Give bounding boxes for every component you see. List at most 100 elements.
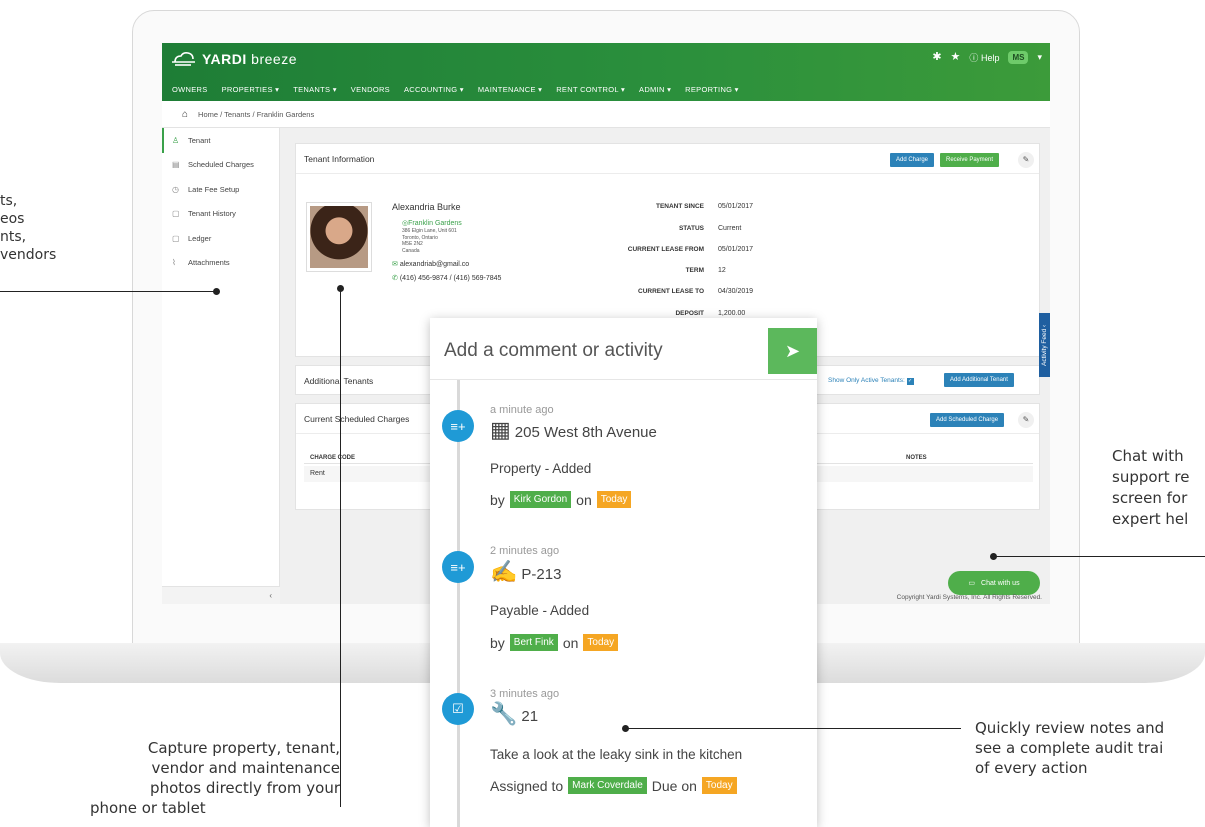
nav-tenants[interactable]: TENANTS ▾ (293, 85, 337, 94)
check-signature-icon: ✍ (490, 559, 518, 584)
ledger-icon: ▢ (172, 233, 180, 243)
sidebar-collapse-button[interactable]: ‹ (162, 586, 280, 604)
col-notes: NOTES (906, 455, 927, 461)
add-note-icon: ≡+ (442, 551, 474, 583)
tenant-email[interactable]: ✉ alexandriab@gmail.co (392, 260, 469, 268)
user-avatar[interactable]: MS (1008, 51, 1029, 64)
sidebar-item-scheduled-charges[interactable]: ▤ Scheduled Charges (162, 153, 279, 178)
value-lease-from: 05/01/2017 (718, 246, 754, 253)
help-link[interactable]: ⓘ Help (969, 51, 999, 64)
phone-icon: ✆ (392, 275, 398, 282)
clock-icon: ◷ (172, 184, 179, 194)
mail-icon: ✉ (392, 261, 398, 268)
chat-with-us-button[interactable]: ▭ Chat with us (948, 571, 1040, 595)
user-icon: ♙ (172, 135, 180, 145)
activity-desc: Property - Added (490, 461, 592, 476)
tenant-name: Alexandria Burke (392, 202, 461, 212)
activity-desc: Payable - Added (490, 603, 590, 618)
value-tenant-since: 05/01/2017 (718, 203, 754, 210)
callout-photo-line (340, 288, 341, 807)
comment-placeholder: Add a comment or activity (444, 340, 663, 361)
main-nav: OWNERS PROPERTIES ▾ TENANTS ▾ VENDORS AC… (172, 85, 739, 94)
callout-photo-dot (337, 285, 344, 292)
callout-bottom-left: Capture property, tenant, vendor and mai… (90, 739, 340, 817)
copyright: Copyright Yardi Systems, Inc. All Rights… (896, 594, 1042, 601)
callout-right-dot (990, 553, 997, 560)
sidebar-item-attachments[interactable]: ⌇ Attachments (162, 251, 279, 276)
value-term: 12 (718, 267, 726, 274)
star-icon[interactable]: ★ (951, 52, 961, 63)
callout-left-dot (213, 288, 220, 295)
nav-reporting[interactable]: REPORTING ▾ (685, 85, 739, 94)
sidebar-item-tenant[interactable]: ♙ Tenant (162, 128, 279, 153)
breadcrumb-path[interactable]: Home / Tenants / Franklin Gardens (198, 110, 314, 119)
send-button[interactable]: ➤ (768, 328, 817, 374)
task-check-icon: ☑ (442, 693, 474, 725)
sidebar-item-tenant-history[interactable]: ▢ Tenant History (162, 202, 279, 227)
activity-desc: Take a look at the leaky sink in the kit… (490, 747, 743, 762)
edit-pencil-icon[interactable]: ✎ (1018, 412, 1034, 428)
sidebar-item-late-fee-setup[interactable]: ◷ Late Fee Setup (162, 177, 279, 202)
value-status: Current (718, 225, 742, 232)
nav-properties[interactable]: PROPERTIES ▾ (222, 85, 280, 94)
col-charge-code: CHARGE CODE (310, 455, 356, 461)
callout-bottom-right: Quickly review notes and see a complete … (975, 719, 1165, 777)
sidebar-item-label: Tenant (188, 135, 211, 145)
help-label: Help (980, 53, 1000, 63)
logo-suffix: breeze (251, 51, 297, 67)
chevron-down-icon[interactable]: ▾ (1037, 52, 1042, 63)
sidebar-item-ledger[interactable]: ▢ Ledger (162, 226, 279, 251)
sidebar-item-label: Attachments (188, 258, 230, 268)
yardi-logo[interactable]: YARDI breeze (172, 51, 297, 67)
sidebar-item-label: Ledger (188, 233, 212, 243)
person-tag[interactable]: Mark Coverdale (568, 777, 647, 794)
nav-admin[interactable]: ADMIN ▾ (639, 85, 671, 94)
wrench-icon: 🔧 (490, 701, 518, 726)
sidebar-item-label: Scheduled Charges (188, 160, 254, 170)
nav-maintenance[interactable]: MAINTENANCE ▾ (478, 85, 542, 94)
activity-time: 3 minutes ago (490, 688, 560, 700)
cloud-logo-icon (172, 52, 195, 66)
date-tag[interactable]: Today (701, 777, 737, 794)
person-tag[interactable]: Kirk Gordon (509, 491, 572, 508)
callout-right: Chat with support re screen for expert h… (1112, 447, 1190, 528)
tenant-photo[interactable] (306, 202, 372, 272)
activity-feed-card: Add a comment or activity ➤ ≡+ a minute … (430, 318, 817, 827)
add-note-icon: ≡+ (442, 410, 474, 442)
paperclip-icon: ⌇ (172, 258, 176, 268)
calendar-icon: ▤ (172, 160, 180, 170)
bug-icon[interactable]: ✱ (932, 52, 941, 63)
activity-title[interactable]: ▦ 205 West 8th Avenue (490, 417, 657, 442)
edit-pencil-icon[interactable]: ✎ (1018, 152, 1034, 168)
callout-right-line (994, 556, 1205, 557)
callout-left: ts, eos nts, vendors (0, 193, 57, 263)
timeline-line (457, 380, 460, 827)
checkbox-checked-icon[interactable]: ✓ (906, 378, 914, 385)
tenant-property-link[interactable]: ◎Franklin Gardens (402, 219, 462, 227)
home-icon[interactable]: ⌂ (182, 109, 188, 120)
top-actions: ✱ ★ ⓘ Help MS ▾ (932, 51, 1042, 64)
building-icon: ▦ (490, 417, 511, 442)
breadcrumb: ⌂ Home / Tenants / Franklin Gardens (162, 101, 1050, 128)
add-additional-tenant-button[interactable]: Add Additional Tenant (944, 373, 1014, 387)
tenant-phone[interactable]: ✆ (416) 456-9874 / (416) 569-7845 (392, 274, 501, 282)
top-bar: YARDI breeze ✱ ★ ⓘ Help MS ▾ OWNERS PROP… (162, 43, 1050, 101)
activity-title[interactable]: 🔧 21 (490, 701, 538, 726)
callout-left-line (0, 291, 216, 292)
activity-title[interactable]: ✍ P-213 (490, 559, 561, 584)
person-tag[interactable]: Bert Fink (509, 634, 558, 651)
date-tag[interactable]: Today (583, 634, 619, 651)
add-charge-button[interactable]: Add Charge (890, 153, 935, 167)
activity-feed-tab[interactable]: Activity Feed ‹ (1039, 313, 1050, 377)
nav-accounting[interactable]: ACCOUNTING ▾ (404, 85, 464, 94)
date-tag[interactable]: Today (596, 491, 632, 508)
active-tenants-filter[interactable]: Show Only Active Tenants: ✓ (828, 377, 914, 385)
add-scheduled-charge-button[interactable]: Add Scheduled Charge (930, 413, 1005, 427)
nav-rent-control[interactable]: RENT CONTROL ▾ (556, 85, 625, 94)
receive-payment-button[interactable]: Receive Payment (940, 153, 1000, 167)
logo-name: YARDI (202, 51, 247, 67)
comment-input[interactable]: Add a comment or activity (430, 318, 817, 380)
nav-owners[interactable]: OWNERS (172, 85, 208, 94)
help-circle-icon: ⓘ (969, 53, 979, 63)
nav-vendors[interactable]: VENDORS (351, 85, 390, 94)
